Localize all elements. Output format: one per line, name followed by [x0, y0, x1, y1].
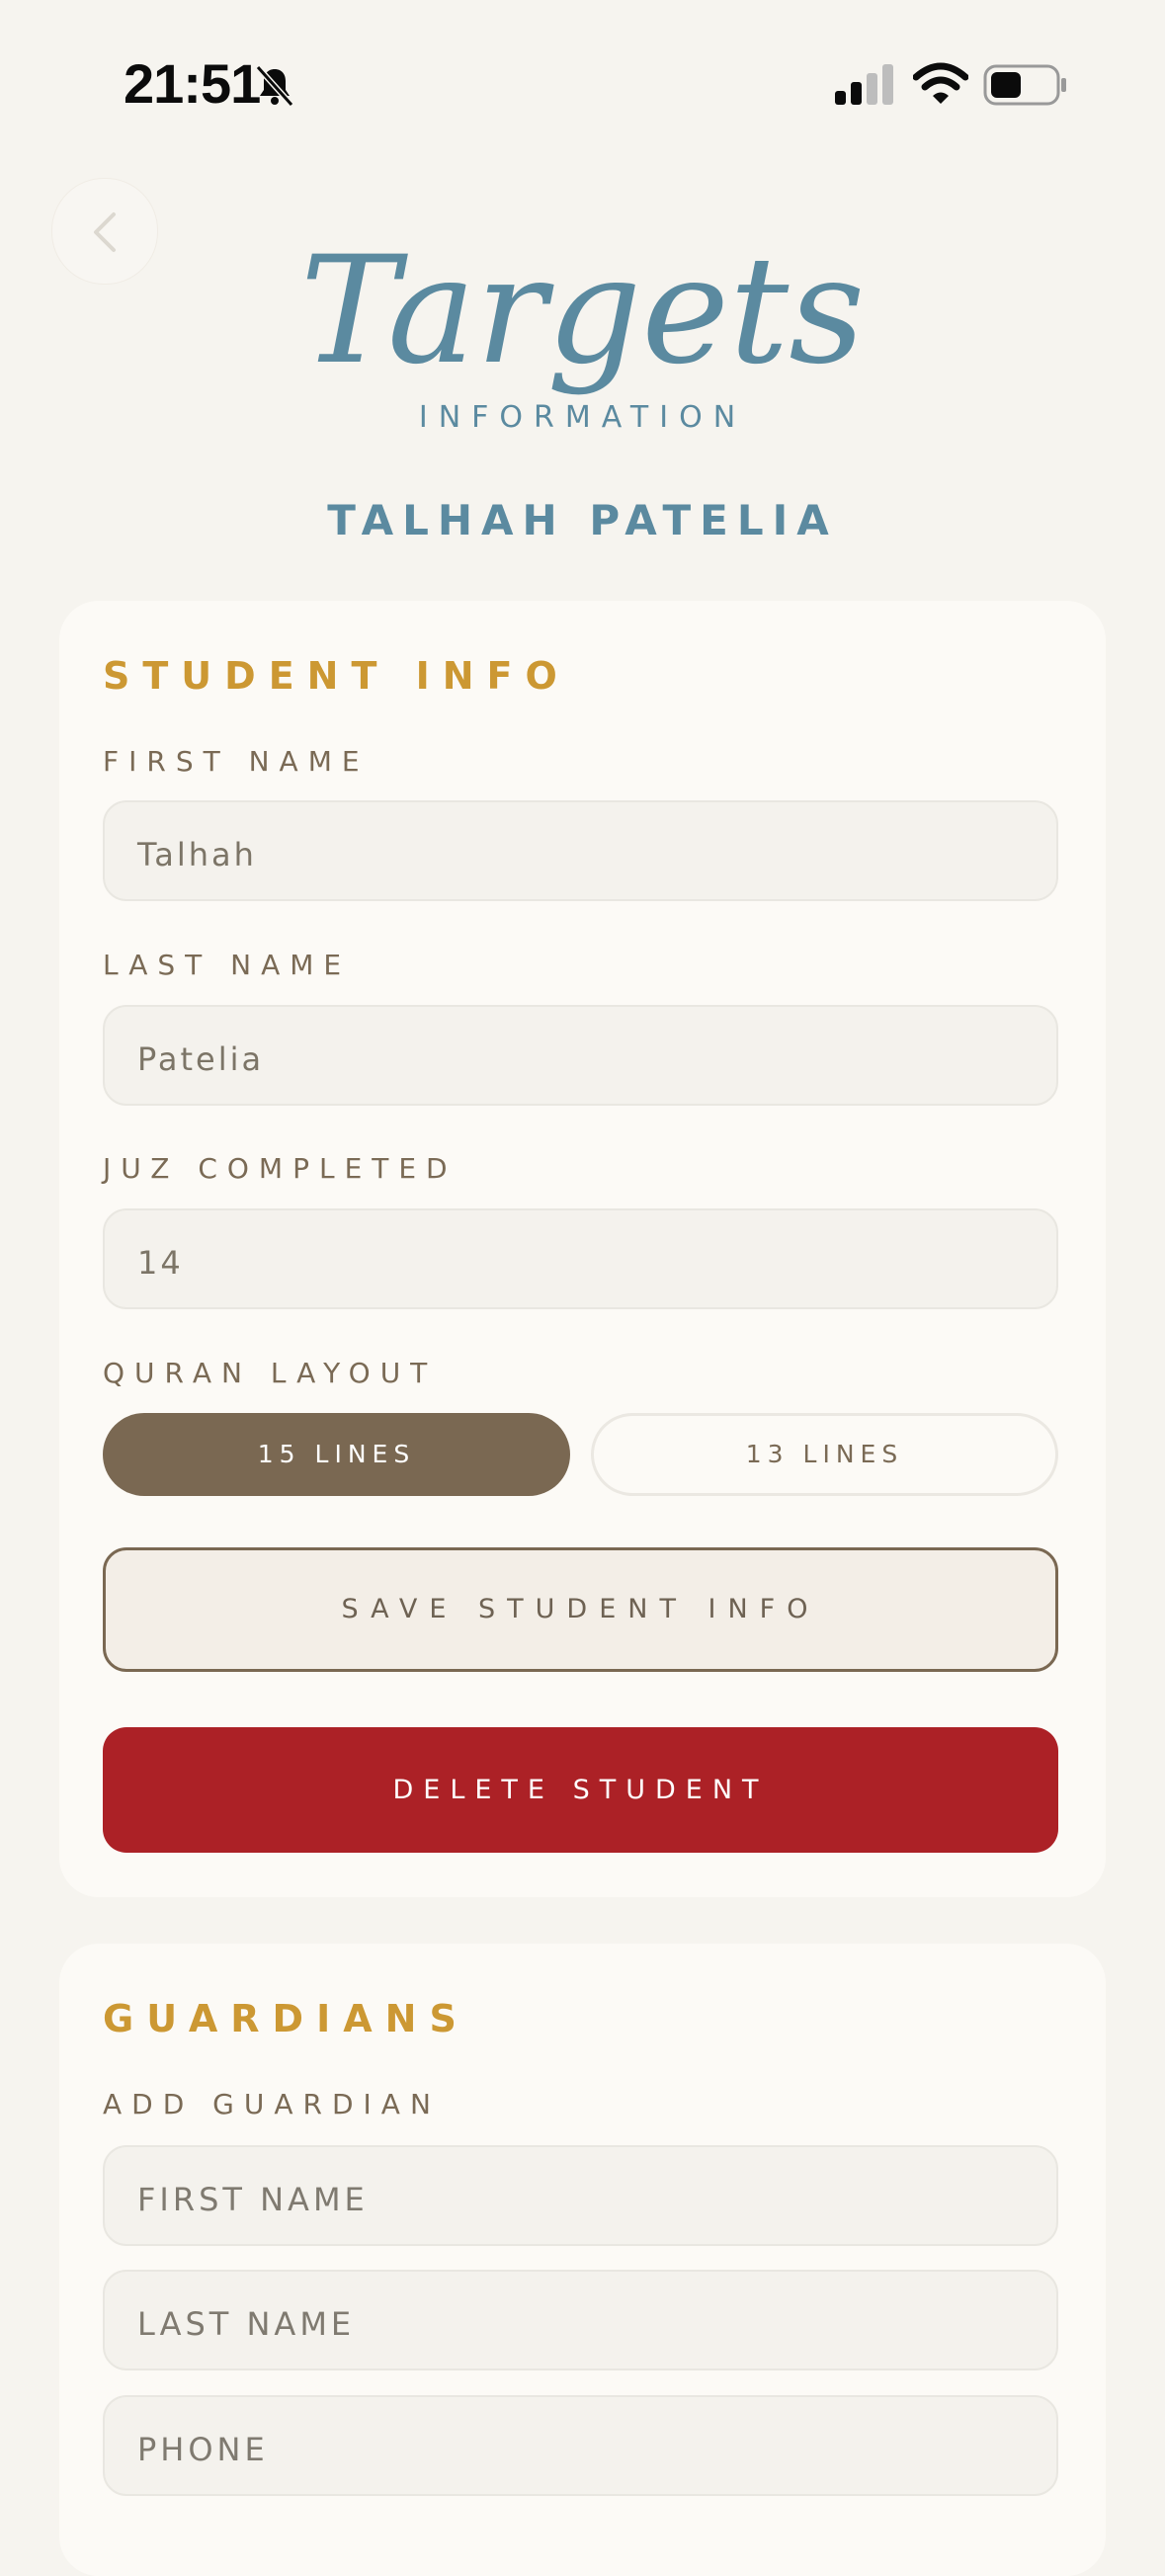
app-logo: Targets: [299, 225, 866, 397]
layout-option-15-lines[interactable]: 15 LINES: [103, 1413, 570, 1496]
guardian-last-name-placeholder: LAST NAME: [137, 2305, 356, 2343]
logo-subtitle: INFORMATION: [418, 400, 747, 435]
status-time: 21:51: [124, 52, 261, 115]
battery-icon: [983, 64, 1066, 106]
bell-slash-icon: [255, 64, 294, 108]
student-info-title: STUDENT INFO: [103, 654, 570, 698]
cellular-signal-icon: [835, 64, 893, 105]
student-info-card: STUDENT INFO FIRST NAME Talhah LAST NAME…: [59, 601, 1106, 1897]
guardians-card: GUARDIANS ADD GUARDIAN FIRST NAME LAST N…: [59, 1944, 1106, 2576]
quran-layout-label: QURAN LAYOUT: [103, 1357, 438, 1389]
first-name-label: FIRST NAME: [103, 745, 370, 778]
juz-completed-label: JUZ COMPLETED: [103, 1152, 458, 1185]
guardian-first-name-placeholder: FIRST NAME: [137, 2181, 369, 2218]
layout-option-13-lines[interactable]: 13 LINES: [591, 1413, 1058, 1496]
guardian-phone-placeholder: PHONE: [137, 2431, 269, 2468]
last-name-label: LAST NAME: [103, 949, 352, 981]
last-name-field[interactable]: Patelia: [103, 1005, 1058, 1106]
guardian-phone-field[interactable]: PHONE: [103, 2395, 1058, 2496]
first-name-field[interactable]: Talhah: [103, 800, 1058, 901]
status-bar: 21:51: [0, 0, 1165, 168]
guardians-title: GUARDIANS: [103, 1997, 469, 2040]
wifi-icon: [913, 62, 968, 104]
juz-completed-field[interactable]: 14: [103, 1208, 1058, 1309]
guardian-first-name-field[interactable]: FIRST NAME: [103, 2145, 1058, 2246]
student-name-heading: TALHAH PATELIA: [327, 496, 838, 544]
save-student-info-button[interactable]: SAVE STUDENT INFO: [103, 1547, 1058, 1672]
guardian-last-name-field[interactable]: LAST NAME: [103, 2270, 1058, 2370]
last-name-value: Patelia: [137, 1040, 265, 1078]
add-guardian-label: ADD GUARDIAN: [103, 2088, 441, 2120]
delete-student-button[interactable]: DELETE STUDENT: [103, 1727, 1058, 1853]
juz-completed-value: 14: [137, 1244, 184, 1282]
first-name-value: Talhah: [137, 836, 257, 873]
